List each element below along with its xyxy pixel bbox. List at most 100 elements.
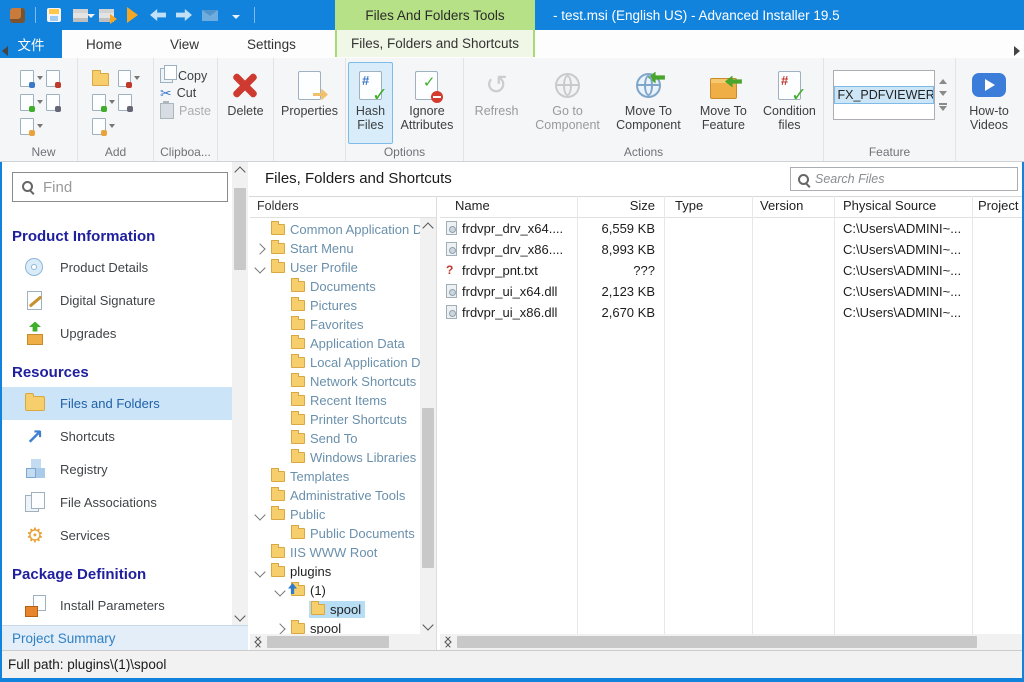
- sidebar-item-digital-signature[interactable]: Digital Signature: [0, 284, 232, 317]
- tree-item[interactable]: Templates: [250, 468, 420, 487]
- tab-files-folders-shortcuts[interactable]: Files, Folders and Shortcuts: [335, 30, 535, 57]
- new-text-file-button[interactable]: [19, 69, 46, 88]
- move-to-component-button[interactable]: Move To Component: [608, 62, 689, 144]
- find-input[interactable]: [41, 177, 227, 197]
- column-header-version[interactable]: Version: [760, 198, 803, 213]
- column-header-project[interactable]: Project: [978, 198, 1018, 213]
- sidebar-scrollbar[interactable]: [232, 162, 248, 625]
- tree-item[interactable]: Printer Shortcuts: [250, 411, 420, 430]
- table-row[interactable]: frdvpr_ui_x86.dll 2,670 KB C:\Users\ADMINI…: [440, 302, 1022, 323]
- cut-button[interactable]: ✂ Cut: [160, 86, 211, 100]
- new-misc-file-button[interactable]: [19, 117, 46, 136]
- how-to-videos-button[interactable]: How-to Videos: [958, 62, 1020, 144]
- tab-settings[interactable]: Settings: [223, 30, 320, 58]
- feature-scroll-up-icon[interactable]: [938, 79, 947, 84]
- tree-item[interactable]: Recent Items: [250, 392, 420, 411]
- qat-run-button[interactable]: [122, 4, 142, 26]
- sidebar-item-install-parameters[interactable]: Install Parameters: [0, 589, 232, 622]
- scroll-down-button[interactable]: [420, 618, 436, 634]
- new-script-file-button[interactable]: [45, 69, 68, 88]
- project-summary-link[interactable]: Project Summary: [0, 625, 248, 650]
- new-add-file-button[interactable]: [19, 93, 46, 112]
- new-code-file-button[interactable]: [45, 93, 68, 112]
- column-header-size[interactable]: Size: [580, 198, 655, 213]
- ribbon-scroll-left-button[interactable]: [0, 44, 10, 58]
- files-horizontal-scrollbar[interactable]: [440, 634, 1022, 650]
- qat-navigate-back-button[interactable]: [148, 4, 168, 26]
- add-file-reference-button[interactable]: [117, 69, 140, 88]
- feature-scroll-bottom-icon[interactable]: [938, 103, 947, 111]
- tree-item[interactable]: User Profile: [250, 259, 420, 278]
- expand-arrow-icon[interactable]: [254, 243, 266, 255]
- tree-item[interactable]: Administrative Tools: [250, 487, 420, 506]
- ignore-attributes-button[interactable]: ✓ Ignore Attributes: [393, 62, 461, 144]
- qat-customize-toolbar-button[interactable]: [226, 4, 246, 26]
- tree-item[interactable]: Public: [250, 506, 420, 525]
- scrollbar-thumb[interactable]: [234, 188, 246, 270]
- qat-save-button[interactable]: [44, 4, 64, 26]
- sidebar-item-upgrades[interactable]: Upgrades: [0, 317, 232, 350]
- tree-item[interactable]: Windows Libraries: [250, 449, 420, 468]
- feature-listbox[interactable]: FX_PDFVIEWER: [832, 70, 935, 120]
- sidebar-item-registry[interactable]: Registry: [0, 453, 232, 486]
- table-row[interactable]: ? frdvpr_pnt.txt??? C:\Users\ADMINI~...: [440, 260, 1022, 281]
- search-files-input[interactable]: [813, 171, 1017, 187]
- go-to-component-button[interactable]: Go to Component: [527, 62, 608, 144]
- feature-scroll-down-icon[interactable]: [938, 91, 947, 96]
- properties-button[interactable]: Properties: [280, 62, 339, 144]
- expand-arrow-icon[interactable]: [274, 623, 286, 634]
- qat-send-feedback-button[interactable]: [200, 4, 220, 26]
- tree-item[interactable]: (1): [250, 582, 420, 601]
- tree-item[interactable]: Favorites: [250, 316, 420, 335]
- sidebar-item-files-and-folders[interactable]: Files and Folders: [0, 387, 232, 420]
- copy-button[interactable]: Copy: [160, 65, 211, 83]
- tab-home[interactable]: Home: [62, 30, 146, 58]
- scrollbar-thumb[interactable]: [422, 408, 434, 568]
- scroll-right-button[interactable]: [440, 634, 456, 650]
- qat-navigate-forward-button[interactable]: [174, 4, 194, 26]
- tree-item[interactable]: Start Menu: [250, 240, 420, 259]
- scroll-up-button[interactable]: [232, 162, 248, 178]
- qat-build-button[interactable]: [70, 4, 95, 26]
- tree-item[interactable]: Local Application Data: [250, 354, 420, 373]
- sidebar-item-shortcuts[interactable]: Shortcuts: [0, 420, 232, 453]
- paste-button[interactable]: Paste: [160, 101, 211, 119]
- qat-app-logo-button[interactable]: [7, 4, 27, 26]
- collapse-arrow-icon[interactable]: [254, 262, 266, 274]
- scroll-up-button[interactable]: [420, 218, 436, 234]
- column-header-physical-source[interactable]: Physical Source: [843, 198, 936, 213]
- tree-item[interactable]: Send To: [250, 430, 420, 449]
- column-header-type[interactable]: Type: [675, 198, 703, 213]
- table-row[interactable]: frdvpr_drv_x86.... 8,993 KB C:\Users\ADMIN…: [440, 239, 1022, 260]
- table-row[interactable]: frdvpr_drv_x64.... 6,559 KB C:\Users\ADMIN…: [440, 218, 1022, 239]
- tree-item[interactable]: spool: [250, 620, 420, 634]
- add-component-button[interactable]: [117, 93, 140, 112]
- tree-item[interactable]: spool: [250, 601, 420, 620]
- add-files-stack-button[interactable]: [91, 93, 118, 112]
- tree-item[interactable]: plugins: [250, 563, 420, 582]
- tree-item[interactable]: Common Application Data: [250, 221, 420, 240]
- ribbon-scroll-right-button[interactable]: [1012, 44, 1022, 58]
- scrollbar-thumb[interactable]: [457, 636, 977, 648]
- hash-files-button[interactable]: # ✓ Hash Files: [348, 62, 393, 144]
- sidebar-item-product-details[interactable]: Product Details: [0, 251, 232, 284]
- scrollbar-thumb[interactable]: [267, 636, 389, 648]
- feature-selected-item[interactable]: FX_PDFVIEWER: [833, 86, 934, 104]
- collapse-arrow-icon[interactable]: [274, 585, 286, 597]
- tree-vertical-scrollbar[interactable]: [420, 218, 436, 634]
- sidebar-item-file-associations[interactable]: File Associations: [0, 486, 232, 519]
- tree-horizontal-scrollbar[interactable]: [250, 634, 436, 650]
- move-to-feature-button[interactable]: Move To Feature: [689, 62, 758, 144]
- condition-files-button[interactable]: # ✓ Condition files: [758, 62, 821, 144]
- tree-item[interactable]: Pictures: [250, 297, 420, 316]
- add-folder-button[interactable]: [91, 70, 118, 86]
- tree-item[interactable]: Application Data: [250, 335, 420, 354]
- column-header-name[interactable]: Name: [455, 198, 490, 213]
- tab-view[interactable]: View: [146, 30, 223, 58]
- search-files-box[interactable]: [790, 167, 1018, 191]
- add-temporary-file-button[interactable]: [91, 117, 118, 136]
- tree-item[interactable]: Documents: [250, 278, 420, 297]
- scroll-right-button[interactable]: [250, 634, 266, 650]
- tree-item[interactable]: Network Shortcuts: [250, 373, 420, 392]
- scroll-down-button[interactable]: [232, 609, 248, 625]
